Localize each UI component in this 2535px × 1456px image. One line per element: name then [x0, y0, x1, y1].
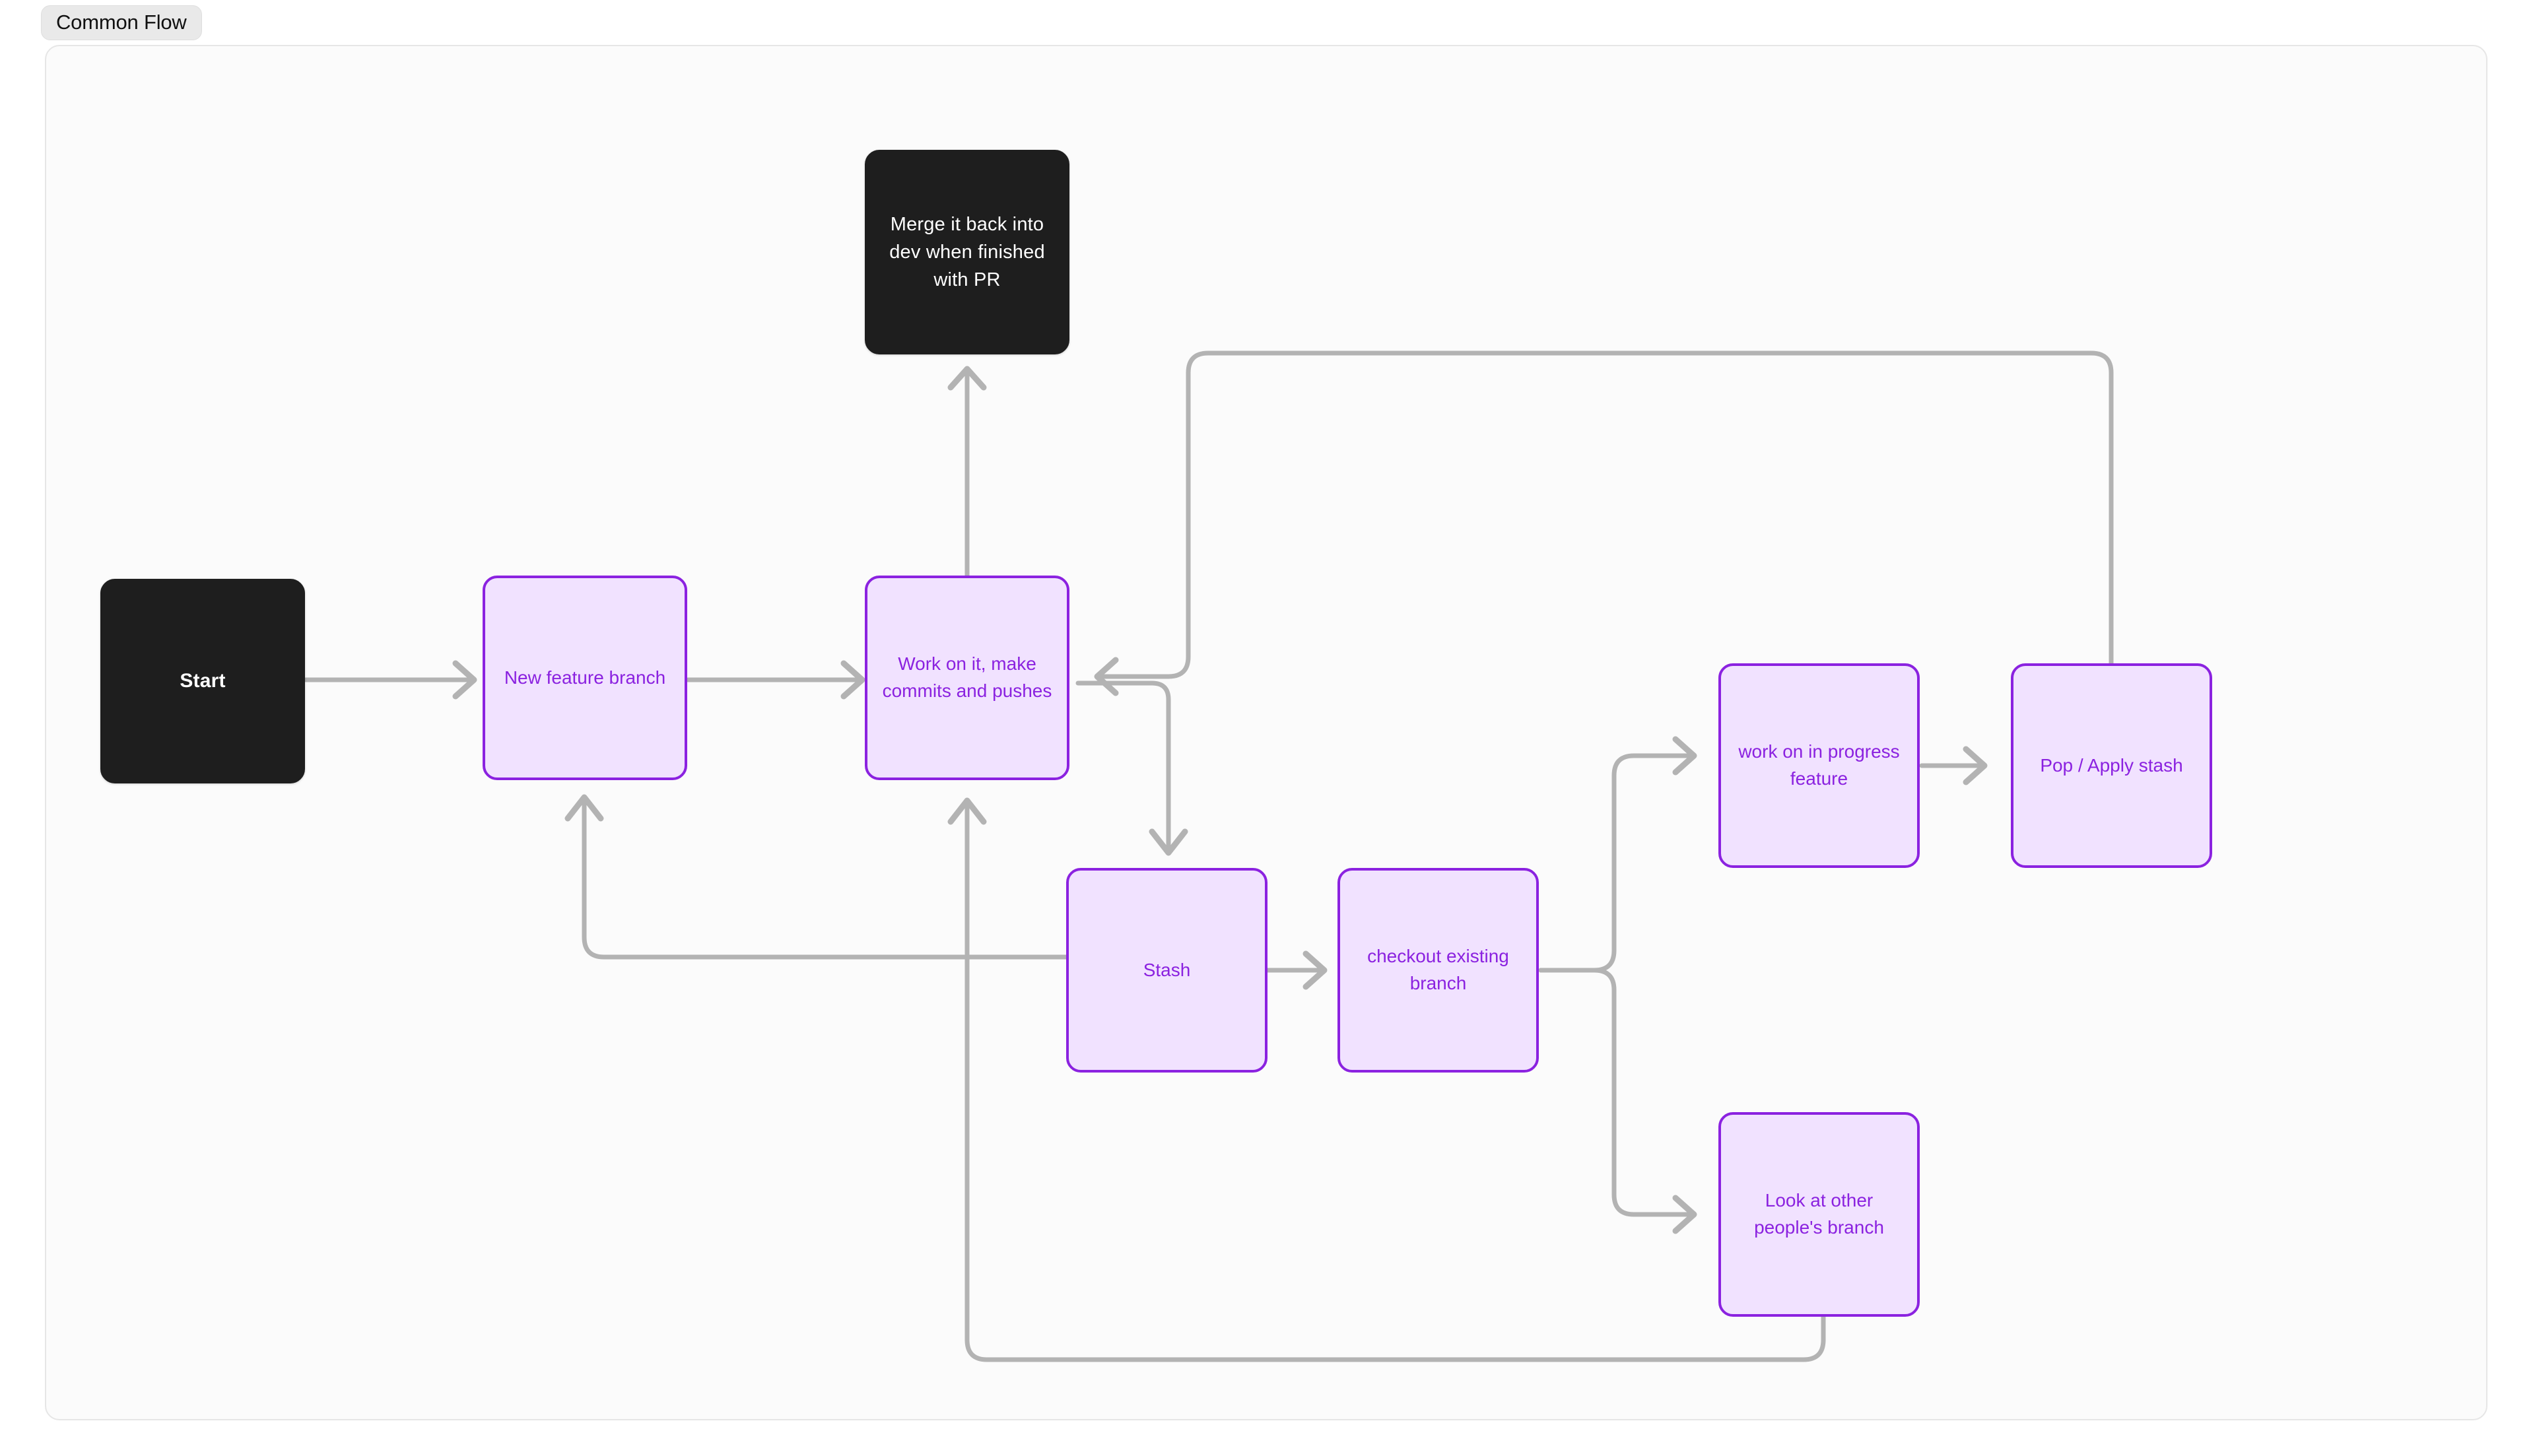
node-stash-label: Stash [1143, 959, 1191, 980]
node-stash[interactable]: Stash [1066, 868, 1268, 1073]
node-look-at-other-peoples-branch-label: Look at other people's branch [1754, 1190, 1884, 1238]
node-work-on-it[interactable]: Work on it, make commits and pushes [865, 576, 1069, 780]
node-checkout-existing-branch[interactable]: checkout existing branch [1337, 868, 1539, 1073]
node-new-feature-branch[interactable]: New feature branch [483, 576, 687, 780]
node-start-label: Start [180, 670, 226, 692]
node-merge-back-into-dev-label: Merge it back into dev when finished wit… [889, 213, 1045, 291]
node-start[interactable]: Start [100, 579, 305, 783]
node-work-on-it-label: Work on it, make commits and pushes [882, 653, 1052, 701]
node-work-on-in-progress-feature-label: work on in progress feature [1738, 741, 1900, 789]
node-merge-back-into-dev[interactable]: Merge it back into dev when finished wit… [865, 150, 1069, 354]
node-new-feature-branch-label: New feature branch [504, 667, 666, 688]
node-work-on-in-progress-feature[interactable]: work on in progress feature [1718, 663, 1920, 868]
diagram-stage: Common Flow Start New feature branch Wor… [0, 0, 2535, 1456]
diagram-title-badge[interactable]: Common Flow [41, 5, 202, 40]
node-look-at-other-peoples-branch[interactable]: Look at other people's branch [1718, 1112, 1920, 1317]
node-pop-apply-stash[interactable]: Pop / Apply stash [2011, 663, 2212, 868]
node-checkout-existing-branch-label: checkout existing branch [1367, 946, 1509, 993]
node-pop-apply-stash-label: Pop / Apply stash [2040, 754, 2183, 776]
